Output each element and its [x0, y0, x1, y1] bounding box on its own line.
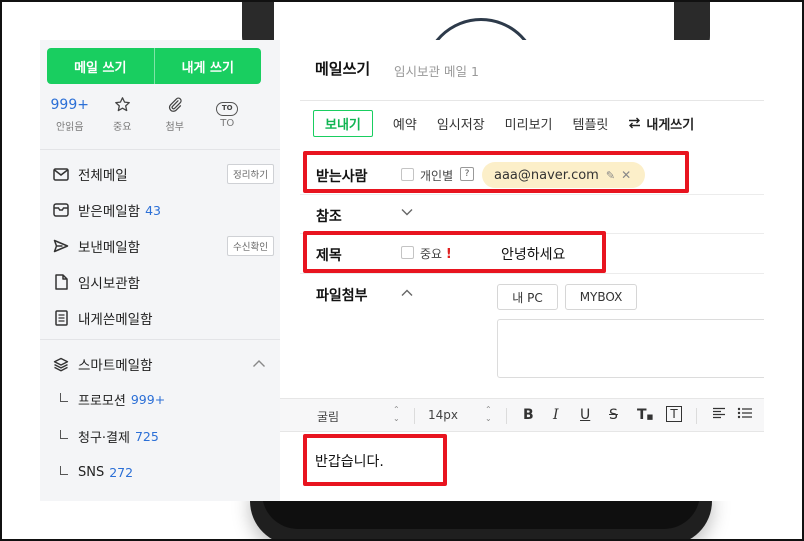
important-label: 중요 [113, 122, 132, 133]
sub-count: 272 [109, 464, 134, 480]
inbox-icon [52, 202, 70, 218]
send-button[interactable]: 보내기 [313, 109, 373, 137]
mail-sidebar: 메일 쓰기 내게 쓰기 999+ 안읽음 중요 첨부 TO TO 전체메일 정리… [40, 40, 280, 501]
folder-inbox[interactable]: 받은메일함 43 [52, 195, 274, 225]
attach-label: 첨부 [165, 122, 184, 133]
write-button-group: 메일 쓰기 내게 쓰기 [47, 48, 261, 84]
paperclip-icon [155, 96, 195, 114]
header-divider [300, 100, 764, 101]
bold-button[interactable]: B [523, 407, 534, 423]
quick-important[interactable]: 중요 [103, 96, 143, 136]
sub-label: SNS [78, 464, 105, 480]
toolbar-separator [696, 408, 697, 424]
tree-branch-icon [60, 392, 68, 402]
read-receipt-button[interactable]: 수신확인 [227, 236, 274, 256]
attachment-label: 파일첨부 [316, 288, 368, 304]
draft-count-link[interactable]: 임시보관 메일 1 [394, 61, 479, 80]
font-color-letter: T [637, 407, 647, 423]
quick-unread[interactable]: 999+ 안읽음 [50, 96, 90, 136]
page-title: 메일쓰기 [315, 60, 371, 78]
star-icon [103, 96, 143, 114]
write-to-me-button[interactable]: 내게 쓰기 [153, 48, 262, 84]
sub-count: 999+ [130, 391, 166, 407]
background-color-button[interactable]: T [666, 406, 682, 422]
toolbar-separator [506, 408, 507, 424]
smart-sub-billing[interactable]: 청구·결제 725 [60, 423, 270, 449]
folder-all-mail[interactable]: 전체메일 정리하기 [52, 159, 274, 189]
folder-sent[interactable]: 보낸메일함 수신확인 [52, 231, 274, 261]
folder-self[interactable]: 내게쓴메일함 [52, 303, 274, 333]
to-self-button[interactable]: 내게쓰기 [628, 114, 694, 133]
chevron-up-icon[interactable] [252, 356, 266, 372]
document-icon [52, 274, 70, 290]
swap-icon [628, 117, 641, 129]
chevron-up-icon[interactable] [401, 287, 413, 300]
file-drop-area[interactable] [497, 319, 764, 378]
highlight-recipient [303, 151, 689, 193]
sub-label: 프로모션 [78, 393, 126, 409]
font-size-select[interactable]: 14px [428, 408, 458, 422]
envelope-icon [52, 166, 70, 182]
template-button[interactable]: 템플릿 [573, 114, 609, 133]
stepper-icon[interactable]: ⌃ ⌄ [393, 405, 400, 423]
cc-row [300, 195, 764, 234]
folder-inbox-label: 받은메일함 [78, 204, 141, 220]
align-left-icon[interactable] [712, 407, 726, 423]
sub-label: 청구·결제 [78, 430, 130, 446]
folder-drafts[interactable]: 임시보관함 [52, 267, 274, 297]
bullet-list-icon[interactable] [737, 407, 753, 423]
layers-icon [52, 356, 70, 372]
quick-attachment[interactable]: 첨부 [155, 96, 195, 136]
compose-toolbar: 보내기 예약 임시저장 미리보기 템플릿 내게쓰기 [313, 109, 694, 137]
cc-label: 참조 [316, 209, 342, 225]
tree-branch-icon [60, 429, 68, 439]
quick-to-me[interactable]: TO TO [208, 96, 248, 136]
editor-toolbar: 굴림 ⌃ ⌄ 14px ⌃ ⌄ B I U S T■ T [280, 398, 764, 432]
folder-sent-label: 보낸메일함 [78, 240, 141, 256]
note-icon [52, 310, 70, 326]
sidebar-divider [40, 149, 280, 150]
to-self-label: 내게쓰기 [646, 117, 695, 133]
toolbar-separator [414, 408, 415, 424]
organize-button[interactable]: 정리하기 [227, 164, 274, 184]
inbox-count: 43 [145, 202, 162, 218]
save-draft-button[interactable]: 임시저장 [437, 114, 485, 133]
folder-self-label: 내게쓴메일함 [78, 312, 153, 328]
chevron-down-icon[interactable] [401, 206, 413, 219]
write-mail-button[interactable]: 메일 쓰기 [47, 48, 154, 84]
send-icon [52, 238, 70, 254]
folder-all-label: 전체메일 [78, 168, 128, 184]
preview-button[interactable]: 미리보기 [505, 114, 553, 133]
mybox-button[interactable]: MYBOX [565, 284, 637, 310]
tree-branch-icon [60, 465, 68, 475]
strikethrough-button[interactable]: S [609, 407, 618, 423]
color-swatch-icon: ■ [646, 413, 654, 421]
reserve-button[interactable]: 예약 [393, 114, 417, 133]
to-label: TO [220, 118, 235, 129]
highlight-subject [303, 231, 606, 273]
my-pc-button[interactable]: 내 PC [497, 284, 558, 310]
stepper-icon[interactable]: ⌃ ⌄ [485, 405, 492, 423]
unread-label: 안읽음 [55, 122, 84, 133]
quick-filter-row: 999+ 안읽음 중요 첨부 TO TO [50, 96, 260, 136]
folder-smart[interactable]: 스마트메일함 [52, 349, 274, 379]
folder-drafts-label: 임시보관함 [78, 276, 141, 292]
font-color-button[interactable]: T■ [637, 407, 653, 423]
highlight-body [303, 434, 447, 486]
folder-smart-label: 스마트메일함 [78, 358, 153, 374]
underline-button[interactable]: U [580, 407, 590, 423]
unread-count: 999+ [50, 97, 89, 113]
font-family-select[interactable]: 굴림 [317, 408, 339, 425]
to-badge-icon: TO [216, 102, 239, 116]
smart-sub-promotion[interactable]: 프로모션 999+ [60, 386, 270, 412]
italic-button[interactable]: I [553, 407, 559, 423]
sub-count: 725 [134, 428, 159, 444]
sidebar-divider [40, 339, 280, 340]
smart-sub-sns[interactable]: SNS 272 [60, 459, 270, 485]
